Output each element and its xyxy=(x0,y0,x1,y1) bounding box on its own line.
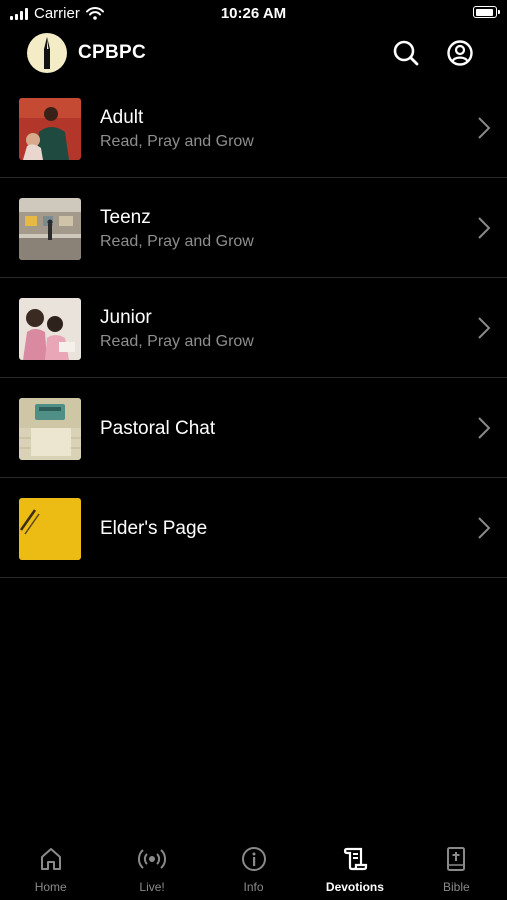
tab-home[interactable]: Home xyxy=(0,836,101,900)
chevron-right-icon xyxy=(478,517,491,539)
adult-thumbnail xyxy=(19,98,81,160)
tab-live[interactable]: Live! xyxy=(101,836,202,900)
item-subtitle: Read, Pray and Grow xyxy=(100,333,254,350)
tab-label: Devotions xyxy=(325,880,384,894)
home-icon xyxy=(40,848,61,870)
item-title: Teenz xyxy=(100,207,151,228)
info-icon xyxy=(241,847,266,871)
status-bar: Carrier 10:26 AM xyxy=(0,0,507,28)
bible-icon xyxy=(447,847,466,871)
broadcast-icon xyxy=(138,849,167,869)
list-item-elders-page[interactable]: Elder's Page xyxy=(0,478,507,578)
item-title: Adult xyxy=(100,107,144,128)
app-header: CPBPC xyxy=(0,30,507,76)
search-icon[interactable] xyxy=(391,38,421,68)
tab-label: Home xyxy=(34,880,67,894)
item-title: Junior xyxy=(100,307,152,328)
item-title: Elder's Page xyxy=(100,518,208,539)
tab-label: Bible xyxy=(442,880,470,894)
tab-bible[interactable]: Bible xyxy=(406,836,507,900)
battery-level xyxy=(475,8,494,16)
junior-thumbnail xyxy=(19,298,81,360)
list-item-pastoral-chat[interactable]: Pastoral Chat xyxy=(0,378,507,478)
battery-icon xyxy=(473,6,500,18)
chevron-right-icon xyxy=(478,117,491,139)
item-subtitle: Read, Pray and Grow xyxy=(100,133,254,150)
item-subtitle: Read, Pray and Grow xyxy=(100,233,254,250)
tab-bar: Home Live! Info Devotions Bible xyxy=(0,836,507,900)
chevron-right-icon xyxy=(478,217,491,239)
teenz-thumbnail xyxy=(19,198,81,260)
chevron-right-icon xyxy=(478,417,491,439)
devotions-list: Adult Read, Pray and Grow Teenz Read, Pr… xyxy=(0,78,507,578)
tab-label: Info xyxy=(243,880,264,894)
app-title: CPBPC xyxy=(78,42,147,63)
chevron-right-icon xyxy=(478,317,491,339)
account-circle-icon[interactable] xyxy=(445,38,475,68)
list-item-junior[interactable]: Junior Read, Pray and Grow xyxy=(0,278,507,378)
tab-info[interactable]: Info xyxy=(203,836,304,900)
status-time: 10:26 AM xyxy=(220,5,287,22)
list-item-teenz[interactable]: Teenz Read, Pray and Grow xyxy=(0,178,507,278)
scroll-icon xyxy=(343,847,368,871)
elders-page-thumbnail xyxy=(19,498,81,560)
list-item-adult[interactable]: Adult Read, Pray and Grow xyxy=(0,78,507,178)
tab-label: Live! xyxy=(139,880,165,894)
item-title: Pastoral Chat xyxy=(100,418,216,439)
tab-devotions[interactable]: Devotions xyxy=(304,836,405,900)
pastoral-chat-thumbnail xyxy=(19,398,81,460)
church-steeple-logo[interactable] xyxy=(27,33,67,73)
